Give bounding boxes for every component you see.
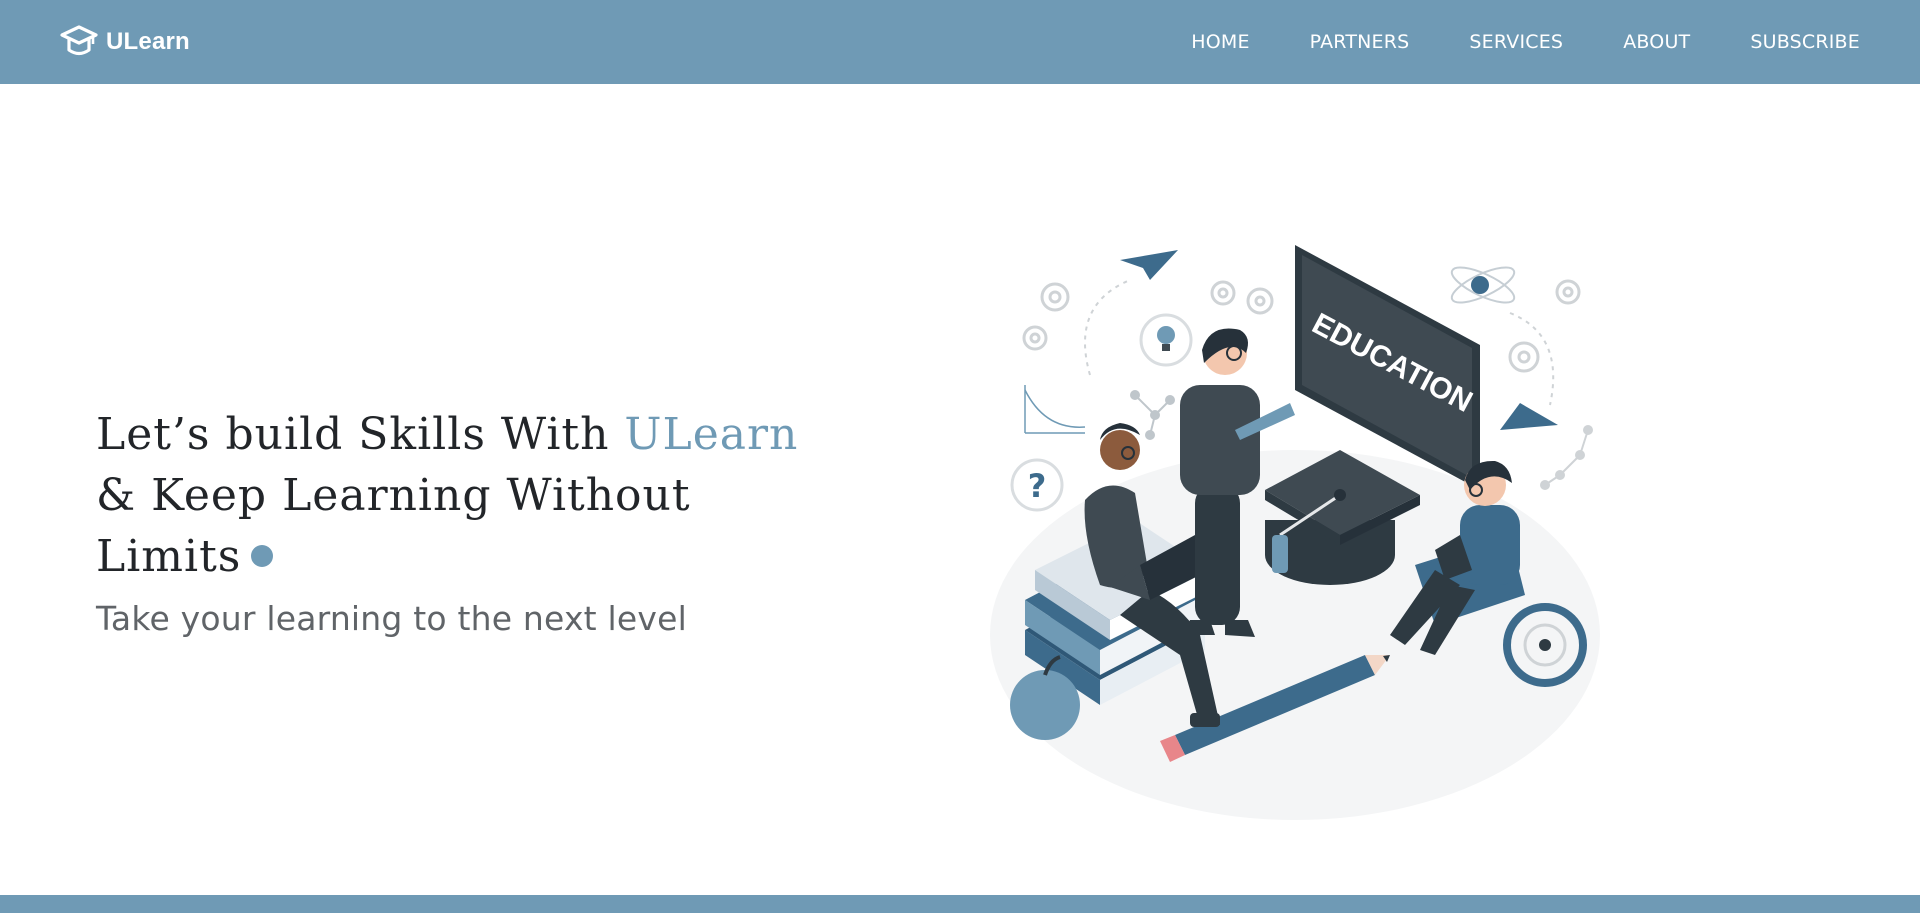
paper-plane-icon [1120,250,1178,280]
dashed-arc [1509,312,1555,406]
dashed-arc [1084,279,1131,376]
nav-about[interactable]: ABOUT [1623,31,1690,53]
brand-name: ULearn [106,28,190,55]
nav-home[interactable]: HOME [1191,31,1249,53]
nav-partners[interactable]: PARTNERS [1310,31,1410,53]
headline-accent: ULearn [624,409,799,460]
main-nav: HOME PARTNERS SERVICES ABOUT SUBSCRIBE [1131,0,1860,84]
svg-text:?: ? [1028,467,1047,505]
atom-icon [1450,266,1516,304]
brand-logo[interactable]: ULearn [60,24,190,60]
question-bubble-icon: ? [1010,458,1064,512]
lightbulb-icon [1139,313,1193,367]
hero-section: Let’s build Skills With ULearn & Keep Le… [96,404,816,638]
accent-dot [251,544,274,567]
graduation-cap-icon [60,25,98,56]
nav-subscribe[interactable]: SUBSCRIBE [1750,31,1860,53]
graph-sketch-icon [1024,385,1086,434]
top-navbar: ULearn HOME PARTNERS SERVICES ABOUT SUBS… [0,0,1920,84]
headline-prefix: Let’s build Skills With [96,409,625,460]
footer-bar [0,895,1920,913]
headline-line3: Limits [96,531,242,582]
headline-line2: & Keep Learning Without [96,470,691,521]
hero-headline: Let’s build Skills With ULearn & Keep Le… [96,404,816,587]
nav-services[interactable]: SERVICES [1469,31,1563,53]
hero-subtitle: Take your learning to the next level [96,599,687,638]
education-scene: ? EDUCATION [990,245,1600,820]
paper-plane-icon [1500,403,1558,430]
molecule-icon [1540,425,1593,490]
education-illustration: ? EDUCATION [990,235,1610,835]
